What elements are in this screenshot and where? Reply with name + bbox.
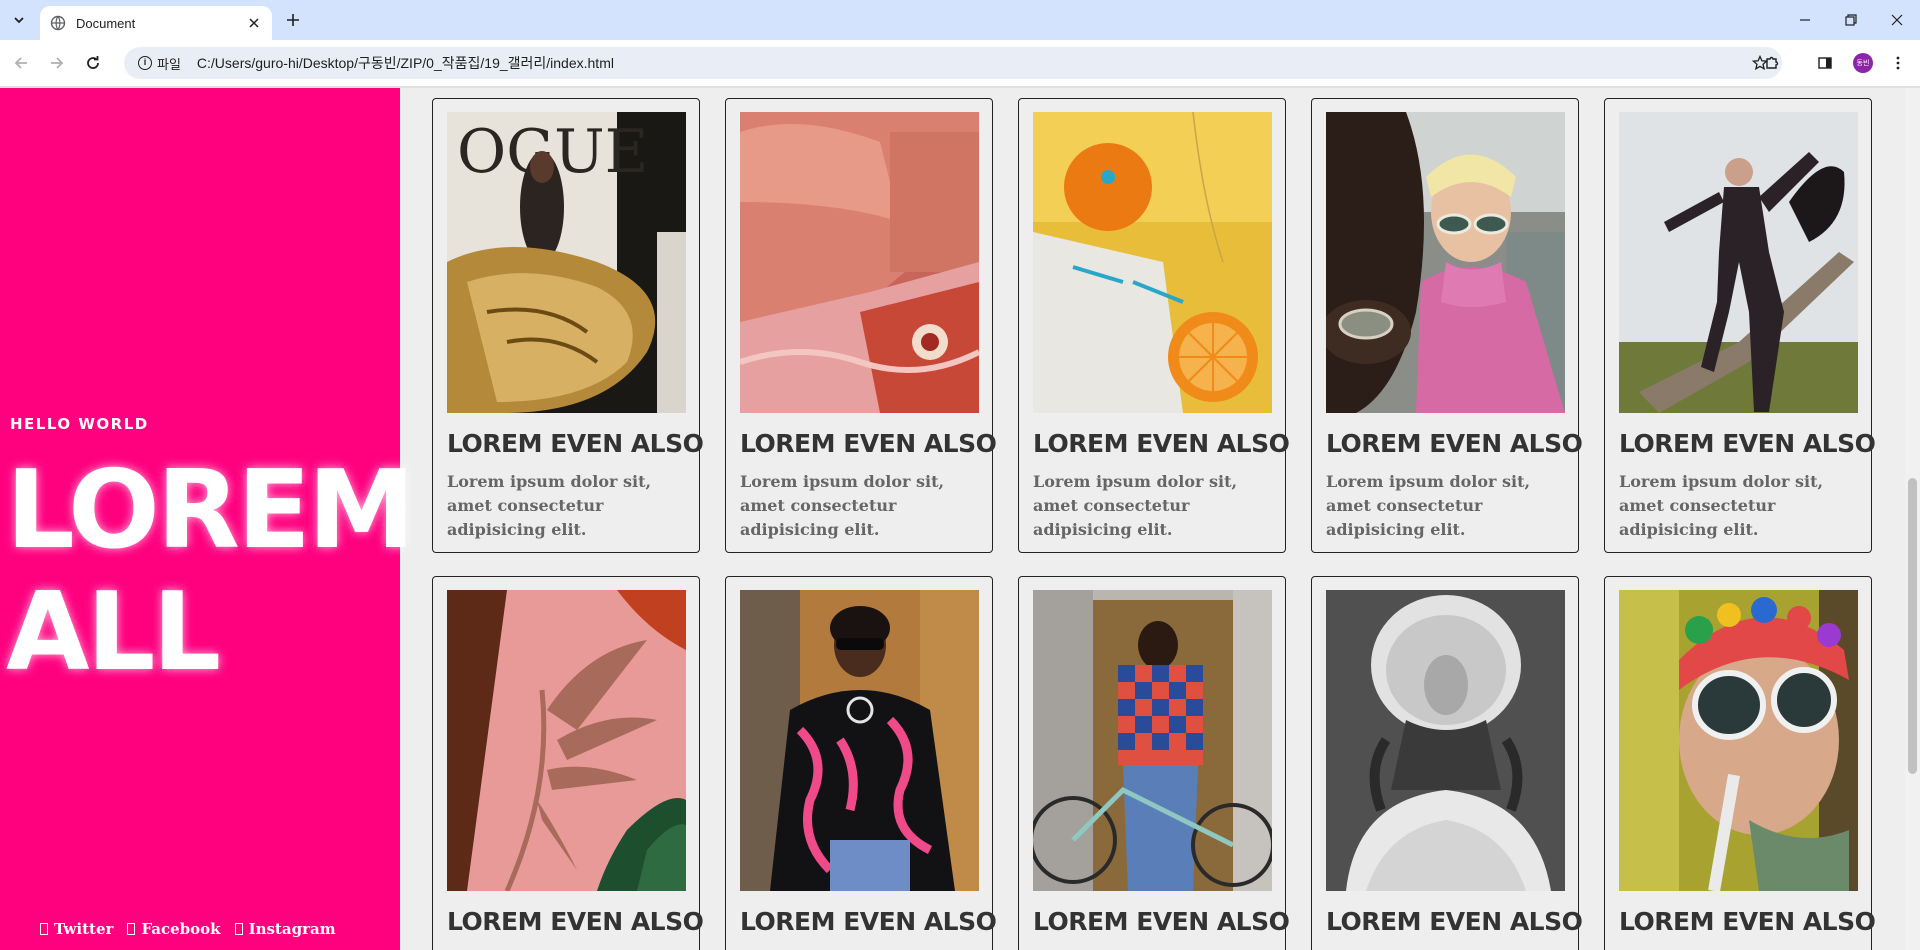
photo-man-checkered-bike (1033, 590, 1272, 891)
chevron-down-icon (14, 17, 24, 24)
social-link-twitter[interactable]: Twitter (40, 920, 113, 938)
gallery-card[interactable]: LOREM EVEN ALSO (432, 576, 704, 950)
kicker-text: HELLO WORLD (10, 415, 149, 433)
gallery-card[interactable]: LOREM EVEN ALSO (1018, 576, 1290, 950)
reload-icon (87, 56, 99, 69)
gallery-card[interactable]: LOREM EVEN ALSO (1311, 576, 1583, 950)
tab-title: Document (76, 15, 136, 31)
page-viewport: HELLO WORLD LOREM ALL Twitter Facebook I… (0, 88, 1920, 950)
profile-avatar[interactable]: 동빈 (1853, 53, 1873, 73)
tab-close-button[interactable] (246, 15, 262, 31)
restore-icon (1845, 14, 1857, 26)
gallery-card[interactable]: OGUE LOREM EVEN ALSO Lorem ipsum dolor s… (432, 98, 704, 553)
facebook-icon (127, 923, 136, 935)
info-icon: i (138, 56, 152, 70)
hero-line-2: ALL (6, 570, 221, 695)
new-tab-button[interactable] (282, 9, 304, 31)
social-link-facebook[interactable]: Facebook (127, 920, 221, 938)
card-title: LOREM EVEN ALSO (1326, 429, 1583, 458)
card-title: LOREM EVEN ALSO (740, 907, 997, 936)
back-button[interactable] (8, 50, 34, 76)
extensions-button[interactable] (1759, 50, 1785, 76)
card-title: LOREM EVEN ALSO (447, 907, 704, 936)
card-title: LOREM EVEN ALSO (740, 429, 997, 458)
address-bar[interactable]: i 파일 C:/Users/guro-hi/Desktop/구동빈/ZIP/0_… (124, 47, 1782, 79)
browser-toolbar: i 파일 C:/Users/guro-hi/Desktop/구동빈/ZIP/0_… (0, 40, 1920, 87)
restore-button[interactable] (1828, 0, 1874, 40)
card-title: LOREM EVEN ALSO (1619, 429, 1876, 458)
arrow-left-icon (14, 57, 27, 69)
forward-button[interactable] (44, 50, 70, 76)
instagram-label: Instagram (248, 920, 336, 938)
vertical-scrollbar[interactable] (1905, 88, 1920, 950)
site-info-chip[interactable]: i 파일 (130, 51, 189, 75)
puzzle-icon (1766, 56, 1779, 69)
card-text: Lorem ipsum dolor sit, amet consectetur … (447, 472, 652, 539)
photo-suit-man-tree (1619, 112, 1858, 413)
sidebar: HELLO WORLD LOREM ALL Twitter Facebook I… (0, 88, 415, 950)
card-title: LOREM EVEN ALSO (1033, 907, 1290, 936)
card-title: LOREM EVEN ALSO (447, 429, 704, 458)
card-text: Lorem ipsum dolor sit, amet consectetur … (740, 472, 945, 539)
photo-magazine-gold-bag: OGUE (447, 112, 686, 413)
photo-curly-hair-tulle (1326, 590, 1565, 891)
card-text: Lorem ipsum dolor sit, amet consectetur … (1619, 472, 1824, 539)
minimize-button[interactable] (1782, 0, 1828, 40)
card-title: LOREM EVEN ALSO (1619, 907, 1876, 936)
card-text: Lorem ipsum dolor sit, amet consectetur … (1033, 472, 1238, 539)
photo-man-colorful-hat (1619, 590, 1858, 891)
card-title: LOREM EVEN ALSO (1326, 907, 1583, 936)
tab-search-button[interactable] (8, 9, 30, 31)
globe-icon (50, 15, 66, 31)
twitter-icon (40, 923, 48, 935)
scrollbar-thumb[interactable] (1908, 478, 1917, 774)
social-link-instagram[interactable]: Instagram (234, 920, 336, 938)
photo-orange-jewelry (1033, 112, 1272, 413)
arrow-right-icon (51, 57, 64, 69)
facebook-label: Facebook (141, 920, 221, 938)
photo-pink-sofa-rug (740, 112, 979, 413)
tab-strip: Document (0, 0, 1920, 40)
close-window-button[interactable] (1874, 0, 1920, 40)
gallery-card[interactable]: LOREM EVEN ALSO Lorem ipsum dolor sit, a… (1018, 98, 1290, 553)
gallery-card[interactable]: LOREM EVEN ALSO (1604, 576, 1876, 950)
photo-sunglasses-pink-sweater (1326, 112, 1565, 413)
avatar-label: 동빈 (1856, 59, 1870, 67)
side-panel-icon (1818, 57, 1832, 69)
plus-icon (287, 14, 299, 26)
menu-button[interactable] (1885, 50, 1911, 76)
side-panel-button[interactable] (1812, 50, 1838, 76)
site-chip-label: 파일 (157, 56, 181, 72)
social-links: Twitter Facebook Instagram (40, 920, 336, 938)
photo-woman-pink-jacket (740, 590, 979, 891)
card-text: Lorem ipsum dolor sit, amet consectetur … (1326, 472, 1531, 539)
gallery-card[interactable]: LOREM EVEN ALSO Lorem ipsum dolor sit, a… (1311, 98, 1583, 553)
minimize-icon (1800, 19, 1810, 21)
close-icon (249, 18, 259, 28)
reload-button[interactable] (80, 50, 106, 76)
hero-line-1: LOREM (6, 448, 415, 573)
tab-active[interactable]: Document (40, 6, 272, 40)
url-text[interactable]: C:/Users/guro-hi/Desktop/구동빈/ZIP/0_작품집/1… (197, 53, 614, 73)
hero-title: LOREM ALL (6, 448, 415, 695)
gallery-card[interactable]: LOREM EVEN ALSO (725, 576, 997, 950)
close-icon (1891, 14, 1903, 26)
instagram-icon (234, 923, 243, 935)
twitter-label: Twitter (54, 920, 114, 938)
card-title: LOREM EVEN ALSO (1033, 429, 1290, 458)
photo-palm-shadow-pink (447, 590, 686, 891)
gallery-card[interactable]: LOREM EVEN ALSO Lorem ipsum dolor sit, a… (725, 98, 997, 553)
gallery-card[interactable]: LOREM EVEN ALSO Lorem ipsum dolor sit, a… (1604, 98, 1876, 553)
more-vert-icon (1896, 56, 1900, 70)
